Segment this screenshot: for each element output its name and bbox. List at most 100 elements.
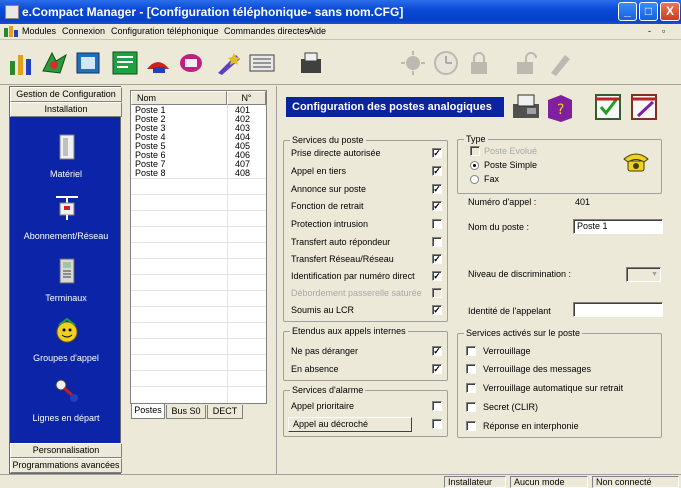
nav-item-abonnement-reseau[interactable]: Abonnement/Réseau	[10, 231, 122, 241]
group-smiley-icon[interactable]	[54, 317, 80, 345]
window-title: e.Compact Manager - [Configuration télép…	[22, 5, 404, 19]
nav-gestion-configuration[interactable]: Gestion de Configuration	[10, 87, 122, 102]
lock-open-icon[interactable]	[512, 49, 542, 77]
internal-checkbox[interactable]: ✓	[432, 346, 442, 356]
identite-appelant-label: Identité de l'appelant	[468, 306, 551, 316]
service-label: Transfert Réseau/Réseau	[291, 254, 394, 264]
nav-item-materiel[interactable]: Matériel	[10, 169, 122, 179]
activated-label: Verrouillage	[483, 346, 531, 356]
chevron-down-icon[interactable]: ▼	[649, 269, 660, 280]
identite-appelant-input[interactable]	[573, 302, 663, 317]
nav-item-groupes-appel[interactable]: Groupes d'appel	[10, 353, 122, 363]
table-row[interactable]: Poste 8 408	[131, 169, 266, 178]
phone-book-icon[interactable]	[176, 49, 206, 77]
network-icon[interactable]	[7, 49, 37, 77]
fax-machine-icon[interactable]	[511, 92, 541, 122]
service-checkbox[interactable]: ✓	[432, 184, 442, 194]
nav-item-lignes-depart[interactable]: Lignes en départ	[10, 413, 122, 423]
services-legend: Services du poste	[290, 135, 366, 145]
keyboard-icon[interactable]	[247, 49, 277, 77]
modules-icon[interactable]	[40, 49, 70, 77]
wizard-icon[interactable]	[214, 49, 244, 77]
service-label: Appel en tiers	[291, 166, 347, 176]
menu-configuration[interactable]: Configuration téléphonique	[111, 26, 219, 36]
poste-evolue-label: Poste Evolué	[484, 146, 538, 156]
lock-icon[interactable]	[464, 49, 494, 77]
row-divider	[131, 242, 266, 243]
outgoing-line-icon[interactable]	[54, 377, 80, 405]
menu-connexion[interactable]: Connexion	[62, 26, 105, 36]
hardware-icon[interactable]	[54, 133, 80, 161]
tab-dect[interactable]: DECT	[207, 405, 243, 419]
nav-item-terminaux[interactable]: Terminaux	[10, 293, 122, 303]
nom-poste-input[interactable]: Poste 1	[573, 219, 663, 234]
internal-label: Ne pas déranger	[291, 346, 359, 356]
service-label: Fonction de retrait	[291, 201, 364, 211]
nav-personnalisation[interactable]: Personnalisation	[10, 443, 122, 458]
activated-checkbox[interactable]	[466, 346, 476, 356]
service-checkbox[interactable]: ✓	[432, 271, 442, 281]
internal-checkbox[interactable]: ✓	[432, 364, 442, 374]
poste-evolue-checkbox[interactable]	[470, 146, 480, 156]
alarm-checkbox[interactable]	[432, 419, 442, 429]
document-icon[interactable]	[4, 26, 18, 38]
service-checkbox[interactable]: ✓	[432, 254, 442, 264]
service-checkbox[interactable]: ✓	[432, 148, 442, 158]
title-bar[interactable]: e.Compact Manager - [Configuration télép…	[0, 0, 681, 24]
column-header-numero[interactable]: N°	[227, 91, 266, 105]
service-checkbox[interactable]: ✓	[432, 166, 442, 176]
alarm-checkbox[interactable]	[432, 401, 442, 411]
row-divider	[131, 226, 266, 227]
doc-minimize-button[interactable]: -	[648, 26, 651, 36]
clock-icon[interactable]	[431, 49, 461, 77]
poste-list[interactable]: Nom N° Poste 1 401 Poste 2 402 Poste 3 403 …	[130, 90, 267, 404]
fax-label: Fax	[484, 174, 500, 184]
fax-radio[interactable]	[470, 175, 479, 184]
maximize-button[interactable]: □	[639, 2, 658, 21]
alarm-label: Appel prioritaire	[291, 401, 355, 411]
activated-checkbox[interactable]	[466, 364, 476, 374]
menu-modules[interactable]: Modules	[22, 26, 56, 36]
nav-installation[interactable]: Installation	[10, 102, 122, 117]
navigation-panel: Gestion de Configuration Installation Ma…	[9, 86, 122, 474]
menu-commandes-directes[interactable]: Commandes directes	[224, 26, 309, 36]
activated-label: Secret (CLIR)	[483, 402, 539, 412]
config-icon[interactable]	[110, 49, 140, 77]
service-checkbox[interactable]	[432, 288, 442, 298]
help-book-icon[interactable]: ?	[545, 92, 575, 122]
close-button[interactable]: X	[660, 2, 680, 21]
app-icon[interactable]	[5, 5, 19, 19]
column-header-nom[interactable]: Nom	[131, 91, 227, 105]
validate-icon[interactable]	[593, 92, 623, 122]
activated-checkbox[interactable]	[466, 383, 476, 393]
service-label: Protection intrusion	[291, 219, 369, 229]
edit-document-icon[interactable]	[629, 92, 659, 122]
page-title: Configuration des postes analogiques	[286, 97, 504, 117]
service-checkbox[interactable]: ✓	[432, 305, 442, 315]
network-plug-icon[interactable]	[54, 193, 80, 221]
phone-edit-icon[interactable]	[143, 49, 173, 77]
service-label: Identification par numéro direct	[291, 271, 415, 281]
doc-restore-button[interactable]: ▫	[662, 26, 665, 36]
service-label: Annonce sur poste	[291, 184, 367, 194]
nav-programmations-avancees[interactable]: Programmations avancées	[10, 458, 122, 473]
tab-postes[interactable]: Postes	[131, 404, 165, 419]
row-divider	[131, 258, 266, 259]
activated-checkbox[interactable]	[466, 421, 476, 431]
terminal-phone-icon[interactable]	[54, 257, 80, 285]
pen-icon[interactable]	[545, 49, 575, 77]
service-checkbox[interactable]	[432, 237, 442, 247]
tab-bus-s0[interactable]: Bus S0	[166, 405, 206, 419]
poste-simple-radio[interactable]	[470, 161, 479, 170]
menu-aide[interactable]: Aide	[308, 26, 326, 36]
appel-decroche-button[interactable]: Appel au décroché	[288, 417, 412, 432]
row-divider	[131, 386, 266, 387]
service-checkbox[interactable]	[432, 219, 442, 229]
activated-checkbox[interactable]	[466, 402, 476, 412]
catalog-icon[interactable]	[73, 49, 103, 77]
sun-icon[interactable]	[398, 49, 428, 77]
service-checkbox[interactable]: ✓	[432, 201, 442, 211]
fax-icon[interactable]	[296, 49, 326, 77]
row-divider	[131, 370, 266, 371]
minimize-button[interactable]: _	[618, 2, 637, 21]
